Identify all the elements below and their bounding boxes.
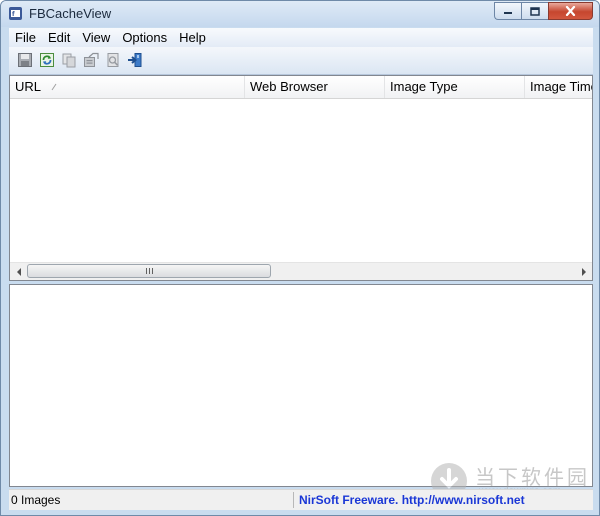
menu-edit[interactable]: Edit: [42, 28, 76, 47]
copy-icon: [62, 53, 76, 68]
save-icon: [18, 53, 32, 67]
column-label-url: URL: [15, 79, 42, 94]
toolbar: [9, 47, 593, 75]
menu-file[interactable]: File: [9, 28, 42, 47]
column-header-web-browser[interactable]: Web Browser: [245, 76, 385, 98]
copy-button[interactable]: [61, 52, 77, 68]
menu-bar: File Edit View Options Help: [9, 28, 593, 47]
column-label-image-type: Image Type: [390, 79, 458, 94]
column-header-bar: URL Web Browser Image Type Image Time: [10, 76, 592, 99]
properties-icon: [107, 53, 119, 67]
html-report-icon: [84, 52, 99, 67]
exit-icon: [128, 53, 142, 67]
sort-indicator-icon: [51, 83, 57, 91]
html-report-button[interactable]: [83, 52, 99, 68]
maximize-icon: [530, 6, 540, 16]
minimize-button[interactable]: [494, 2, 521, 20]
cache-list-view[interactable]: URL Web Browser Image Type Image Time: [9, 75, 593, 281]
app-window: f FBCacheView File Edit View Options Hel…: [0, 0, 600, 516]
svg-text:f: f: [12, 11, 15, 18]
maximize-button[interactable]: [521, 2, 548, 20]
column-label-image-time: Image Time: [530, 79, 593, 94]
image-preview-pane[interactable]: [9, 284, 593, 487]
column-header-url[interactable]: URL: [10, 76, 245, 98]
fbcacheview-app-icon: f: [9, 7, 22, 20]
column-header-image-time[interactable]: Image Time: [525, 76, 593, 98]
scroll-thumb[interactable]: [27, 264, 271, 278]
status-separator: [293, 492, 294, 508]
arrow-right-icon: [581, 267, 586, 276]
properties-button[interactable]: [105, 52, 121, 68]
exit-button[interactable]: [127, 52, 143, 68]
refresh-button[interactable]: [39, 52, 55, 68]
menu-view[interactable]: View: [76, 28, 116, 47]
close-button[interactable]: [548, 2, 593, 20]
scroll-grip-icon: [146, 268, 153, 274]
horizontal-scrollbar[interactable]: [10, 262, 592, 280]
status-bar: 0 Images NirSoft Freeware. http://www.ni…: [9, 489, 593, 510]
window-title: FBCacheView: [29, 6, 112, 21]
title-bar[interactable]: f FBCacheView: [1, 1, 599, 27]
nirsoft-link[interactable]: NirSoft Freeware. http://www.nirsoft.net: [299, 493, 525, 507]
close-icon: [565, 6, 576, 16]
save-button[interactable]: [17, 52, 33, 68]
menu-help[interactable]: Help: [173, 28, 212, 47]
status-image-count: 0 Images: [11, 493, 61, 507]
scroll-right-button[interactable]: [575, 263, 592, 280]
arrow-left-icon: [16, 267, 21, 276]
refresh-icon: [40, 53, 54, 67]
minimize-icon: [504, 12, 512, 14]
window-controls: [494, 2, 593, 21]
column-label-web-browser: Web Browser: [250, 79, 328, 94]
scroll-left-button[interactable]: [10, 263, 27, 280]
column-header-image-type[interactable]: Image Type: [385, 76, 525, 98]
menu-options[interactable]: Options: [116, 28, 173, 47]
